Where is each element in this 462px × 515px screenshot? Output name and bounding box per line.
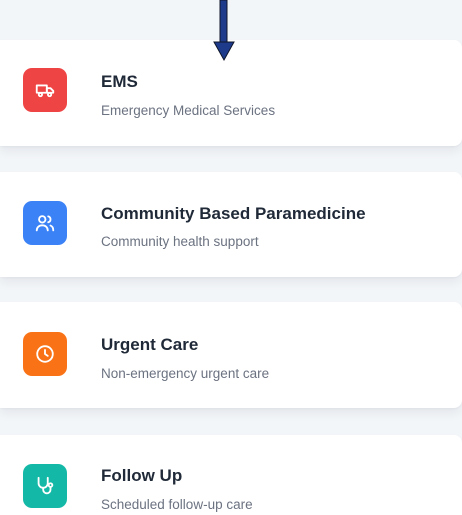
service-card-urgent-care[interactable]: Urgent Care Non-emergency urgent care	[0, 302, 462, 408]
service-subtitle: Non-emergency urgent care	[101, 366, 270, 381]
service-title: Community Based Paramedicine	[101, 204, 366, 223]
users-icon	[23, 201, 67, 245]
clock-icon	[23, 332, 67, 376]
service-title: Follow Up	[101, 466, 183, 485]
service-title: EMS	[101, 72, 138, 91]
stethoscope-icon	[23, 464, 67, 508]
service-subtitle: Emergency Medical Services	[101, 103, 276, 118]
service-card-follow-up[interactable]: Follow Up Scheduled follow-up care	[0, 435, 462, 515]
down-arrow-icon	[213, 0, 235, 62]
service-subtitle: Community health support	[101, 234, 259, 249]
service-card-community-paramedicine[interactable]: Community Based Paramedicine Community h…	[0, 172, 462, 277]
service-selection-screen: EMS Emergency Medical Services Community…	[0, 0, 462, 515]
ambulance-icon	[23, 68, 67, 112]
service-subtitle: Scheduled follow-up care	[101, 497, 253, 512]
service-title: Urgent Care	[101, 335, 199, 354]
